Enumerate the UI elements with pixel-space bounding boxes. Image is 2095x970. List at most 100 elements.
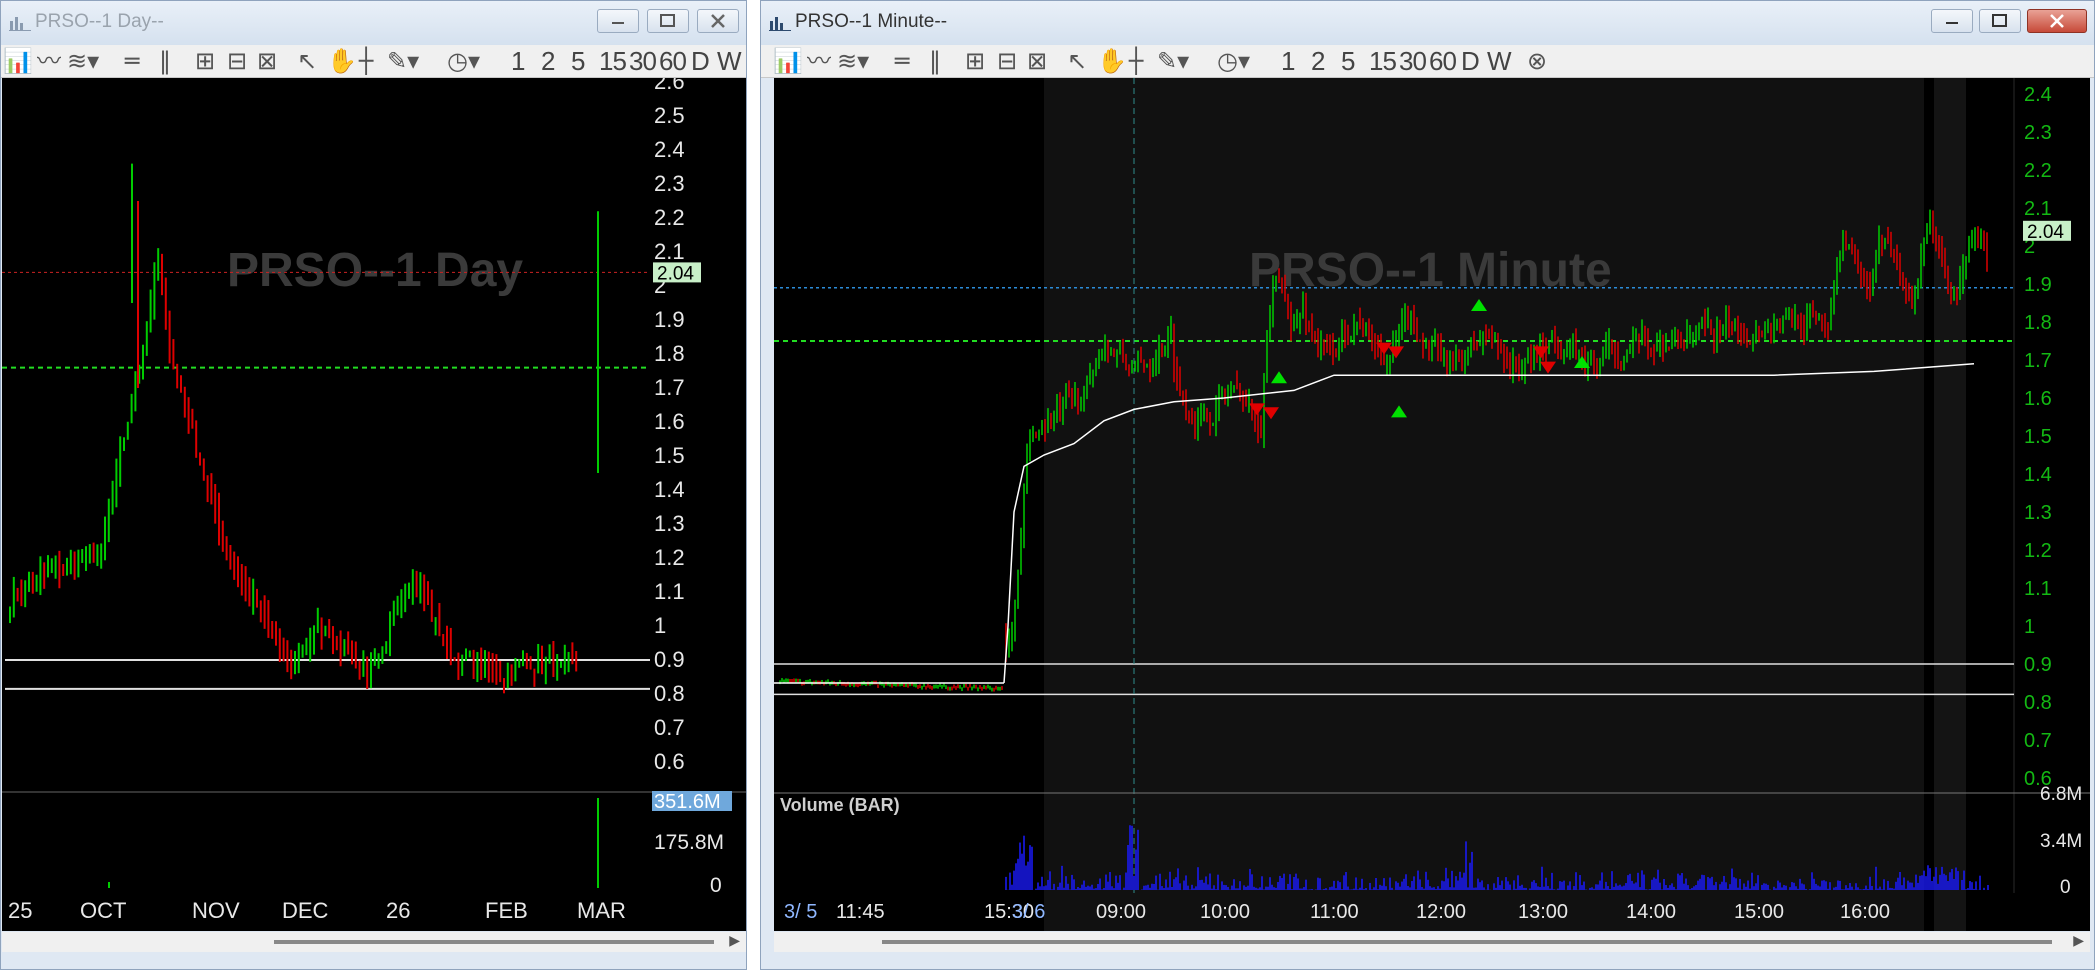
window-title: PRSO--1 Day-- (35, 11, 164, 32)
y-axis-tick: 0.8 (2024, 692, 2052, 714)
title-bar[interactable]: PRSO--1 Day-- (1, 1, 746, 45)
pencil-icon[interactable]: ✎▾ (1157, 49, 1189, 73)
chart-watermark: PRSO--1 Day (227, 244, 523, 297)
y-axis-tick: 1.4 (654, 477, 685, 502)
session-shade (1934, 78, 1966, 931)
y-axis-tick: 2.1 (2024, 198, 2052, 220)
last-price-tag: 2.04 (2027, 222, 2064, 243)
zoom-in-icon[interactable]: ⊞ (965, 49, 985, 73)
vertical-line-icon[interactable]: ‖ (159, 49, 171, 73)
close-circle-icon[interactable]: ⊗ (1527, 49, 1547, 73)
x-axis-label: 13:00 (1518, 901, 1568, 923)
y-axis-tick: 2.4 (654, 137, 685, 162)
minimize-button[interactable] (597, 9, 639, 33)
y-axis-tick: 1 (2024, 616, 2035, 638)
indicator-icon[interactable]: ≋▾ (837, 49, 869, 73)
pointer-icon[interactable]: ↖ (297, 49, 317, 73)
scroll-right-arrow[interactable]: ▶ (729, 932, 740, 949)
interval-2[interactable]: 2 (1311, 48, 1326, 74)
y-axis-tick: 0.7 (654, 715, 685, 740)
interval-1[interactable]: 1 (1281, 48, 1296, 74)
scrollbar-thumb[interactable] (882, 940, 2052, 944)
y-axis-tick: 2.2 (2024, 160, 2052, 182)
chart-app-icon (769, 17, 791, 31)
x-axis-label: 16:00 (1840, 901, 1890, 923)
interval-week[interactable]: W (1487, 48, 1512, 74)
interval-60[interactable]: 60 (659, 48, 687, 74)
horizontal-scrollbar[interactable]: ▶ (2, 932, 746, 952)
y-axis-tick: 0.6 (654, 749, 685, 774)
vertical-line-icon[interactable]: ‖ (929, 49, 941, 73)
interval-15[interactable]: 15 (1369, 48, 1397, 74)
y-axis-tick: 1.3 (2024, 502, 2052, 524)
interval-15[interactable]: 15 (599, 48, 627, 74)
close-button[interactable] (697, 9, 739, 33)
zoom-in-icon[interactable]: ⊞ (195, 49, 215, 73)
bar-chart-icon[interactable]: 📊 (773, 49, 803, 73)
y-axis-tick: 1.5 (654, 443, 685, 468)
fit-icon[interactable]: ⊠ (257, 49, 277, 73)
x-axis-label: 12:00 (1416, 901, 1466, 923)
y-axis-tick: 1.8 (2024, 312, 2052, 334)
interval-day[interactable]: D (1461, 48, 1480, 74)
y-axis-tick: 1.6 (654, 409, 685, 434)
volume-axis-tick: 351.6M (654, 791, 721, 813)
hand-icon[interactable]: ✋ (327, 49, 357, 73)
daily-chart-window[interactable]: PRSO--1 Day-- 📊 〰 ≋▾ ═ ‖ ⊞ ⊟ ⊠ ↖ ✋ ┼ ✎▾ … (0, 0, 747, 970)
zoom-out-icon[interactable]: ⊟ (997, 49, 1017, 73)
indicator-icon[interactable]: ≋▾ (67, 49, 99, 73)
horizontal-line-icon[interactable]: ═ (125, 49, 139, 73)
fit-icon[interactable]: ⊠ (1027, 49, 1047, 73)
horizontal-line-icon[interactable]: ═ (895, 49, 909, 73)
chart-app-icon (9, 17, 31, 31)
y-axis-tick: 0.8 (654, 681, 685, 706)
interval-week[interactable]: W (717, 48, 742, 74)
clock-icon[interactable]: ◷▾ (1217, 49, 1250, 73)
hand-icon[interactable]: ✋ (1097, 49, 1127, 73)
pointer-icon[interactable]: ↖ (1067, 49, 1087, 73)
maximize-button[interactable] (1979, 9, 2021, 33)
maximize-button[interactable] (647, 9, 689, 33)
volume-axis-tick: 3.4M (2040, 831, 2082, 852)
interval-5[interactable]: 5 (571, 48, 586, 74)
horizontal-scrollbar[interactable]: ▶ (774, 932, 2090, 952)
zoom-out-icon[interactable]: ⊟ (227, 49, 247, 73)
interval-60[interactable]: 60 (1429, 48, 1457, 74)
interval-30[interactable]: 30 (629, 48, 657, 74)
y-axis-tick: 1.1 (654, 579, 685, 604)
line-style-icon[interactable]: 〰 (807, 49, 831, 73)
crosshair-icon[interactable]: ┼ (359, 49, 373, 73)
scroll-right-arrow[interactable]: ▶ (2073, 932, 2084, 949)
crosshair-icon[interactable]: ┼ (1129, 49, 1143, 73)
title-bar[interactable]: PRSO--1 Minute-- (761, 1, 2094, 45)
x-axis-label: MAR (577, 898, 626, 923)
y-axis-tick: 1.2 (2024, 540, 2052, 562)
minute-price-chart[interactable]: PRSO--1 Minute2.42.32.22.121.91.81.71.61… (774, 78, 2090, 931)
daily-price-chart[interactable]: PRSO--1 Day2.62.52.42.32.22.121.91.81.71… (2, 78, 746, 931)
interval-5[interactable]: 5 (1341, 48, 1356, 74)
volume-axis-tick: 6.8M (2040, 784, 2082, 805)
interval-2[interactable]: 2 (541, 48, 556, 74)
interval-day[interactable]: D (691, 48, 710, 74)
y-axis-tick: 0.7 (2024, 730, 2052, 752)
x-axis-label: 09:00 (1096, 901, 1146, 923)
clock-icon[interactable]: ◷▾ (447, 49, 480, 73)
y-axis-tick: 1.7 (2024, 350, 2052, 372)
interval-1[interactable]: 1 (511, 48, 526, 74)
minute-chart-window[interactable]: PRSO--1 Minute-- 📊 〰 ≋▾ ═ ‖ ⊞ ⊟ ⊠ ↖ ✋ ┼ … (760, 0, 2095, 970)
daily-chart-area[interactable]: PRSO--1 Day 2.6 2.5 2.4 2.3 2.2 2.1 2 1.9 1.8 1.7 1… (2, 78, 746, 931)
volume-axis-tick: 0 (2060, 877, 2071, 898)
minute-chart-area[interactable]: PRSO--1 Minute 2.4 2.3 2.2 2.1 2 1.9 1.8 1.7 1.6 1… (774, 78, 2090, 931)
bar-chart-icon[interactable]: 📊 (3, 49, 33, 73)
close-button[interactable] (2027, 9, 2087, 33)
minimize-button[interactable] (1931, 9, 1973, 33)
volume-pane-label: Volume (BAR) (780, 795, 900, 815)
pencil-icon[interactable]: ✎▾ (387, 49, 419, 73)
x-axis-label: 14:00 (1626, 901, 1676, 923)
y-axis-tick: 1.4 (2024, 464, 2052, 486)
scrollbar-thumb[interactable] (274, 940, 714, 944)
interval-30[interactable]: 30 (1399, 48, 1427, 74)
x-axis-label: 11:45 (836, 901, 885, 923)
chart-watermark: PRSO--1 Minute (1249, 244, 1612, 297)
line-style-icon[interactable]: 〰 (37, 49, 61, 73)
